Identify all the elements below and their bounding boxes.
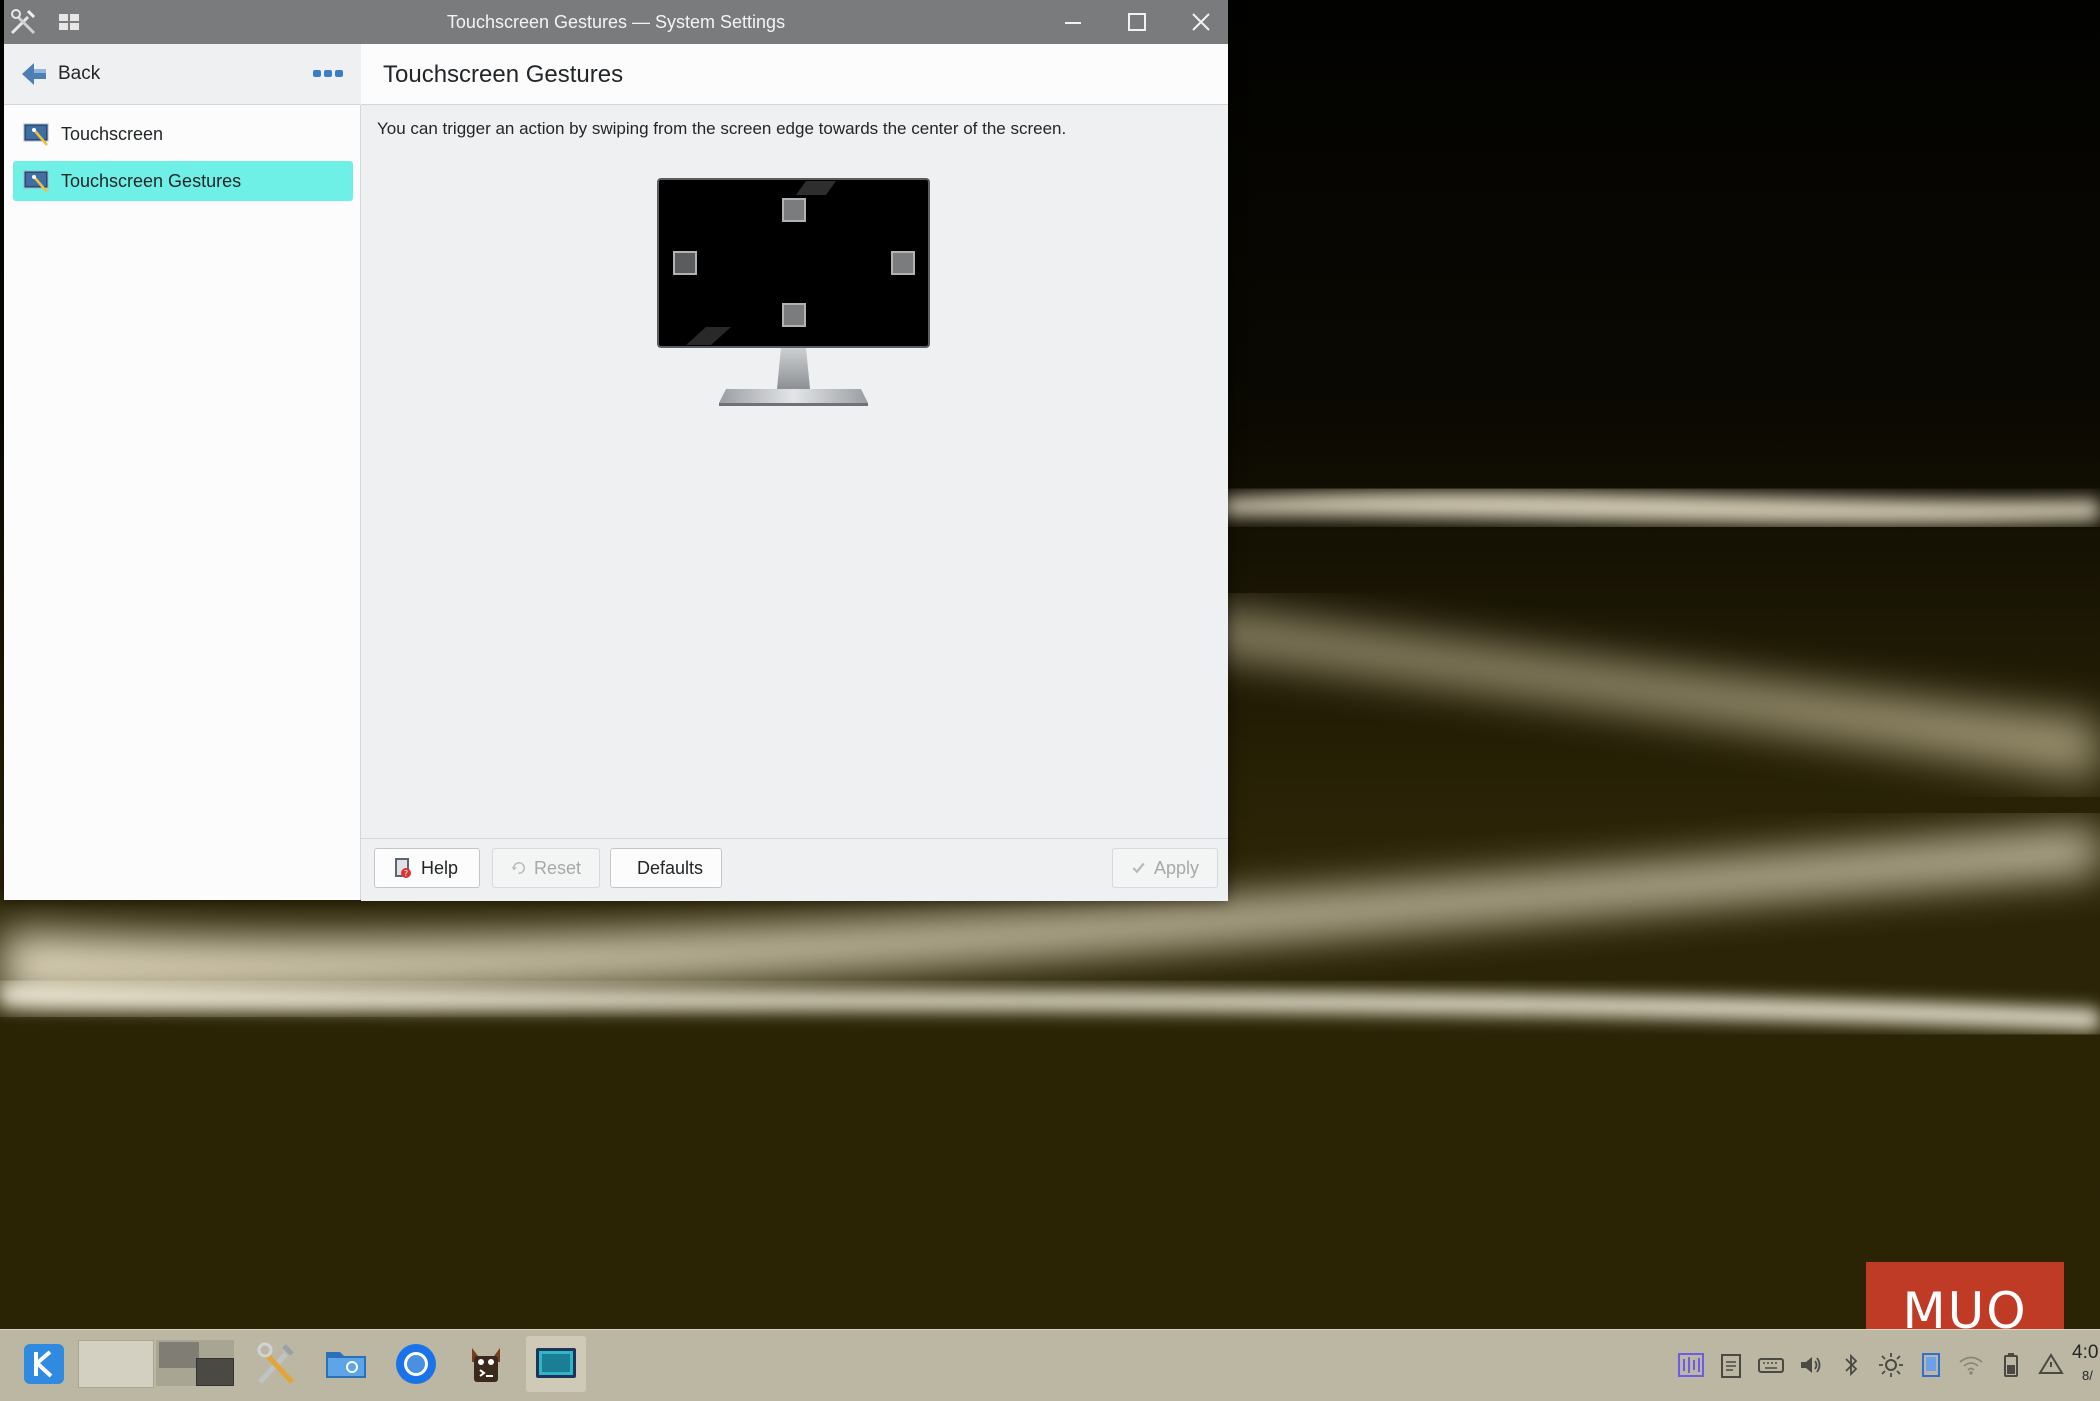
reset-button[interactable]: Reset	[492, 848, 600, 888]
checkmark-icon	[1132, 862, 1145, 874]
back-button[interactable]: Back	[20, 58, 100, 90]
clock-time[interactable]: 4:0	[2072, 1342, 2098, 1364]
help-icon: ?	[395, 858, 411, 878]
bluetooth-icon[interactable]	[1837, 1351, 1865, 1379]
more-options-icon[interactable]	[313, 69, 343, 79]
virtual-desktop-1[interactable]	[78, 1336, 154, 1392]
screen-icon	[536, 1348, 576, 1378]
system-settings-icon	[257, 1342, 294, 1384]
application-launcher[interactable]	[14, 1336, 72, 1392]
back-arrow-icon	[22, 63, 46, 85]
sidebar-item-touchscreen-gestures[interactable]: Touchscreen Gestures	[13, 161, 353, 201]
bottom-edge-handle	[782, 303, 806, 327]
right-edge-handle	[891, 251, 915, 275]
left-edge-handle	[673, 251, 697, 275]
page-title: Touchscreen Gestures	[383, 61, 624, 88]
taskbar-chromium[interactable]	[386, 1336, 446, 1392]
touchscreen-icon	[23, 123, 49, 146]
main-header: Touchscreen Gestures	[361, 44, 1228, 105]
taskbar-terminal[interactable]	[456, 1336, 516, 1392]
sidebar-list: Touchscreen Touchscreen Gestures	[4, 105, 361, 900]
maximize-icon[interactable]	[1122, 7, 1152, 37]
keyboard-icon[interactable]	[1757, 1351, 1785, 1379]
taskbar: 4:0 8/	[0, 1329, 2100, 1401]
taskbar-file-manager[interactable]	[316, 1336, 376, 1392]
monitor-illustration	[657, 178, 930, 406]
reset-icon	[511, 862, 526, 874]
button-bar: ? Help Reset Defaults Apply	[361, 838, 1228, 901]
sidebar-item-touchscreen[interactable]: Touchscreen	[13, 114, 353, 154]
back-label: Back	[58, 63, 101, 84]
apply-label: Apply	[1153, 857, 1199, 878]
taskbar-active-window[interactable]	[526, 1336, 586, 1392]
help-button[interactable]: ? Help	[374, 848, 480, 888]
window-titlebar[interactable]: Touchscreen Gestures — System Settings	[4, 0, 1228, 44]
volume-icon[interactable]	[1797, 1351, 1825, 1379]
taskbar-system-settings[interactable]	[246, 1336, 306, 1392]
top-edge-handle	[782, 198, 806, 222]
chromium-icon	[396, 1344, 436, 1384]
touchscreen-icon	[23, 170, 49, 193]
sidebar: Back Touchscreen Touchscreen Gestures	[4, 44, 361, 900]
terminal-icon	[472, 1348, 500, 1382]
clock-date[interactable]: 8/	[2082, 1368, 2093, 1383]
virtual-desktop-2[interactable]	[156, 1336, 234, 1392]
notifications-icon[interactable]	[2037, 1351, 2065, 1379]
svg-text:?: ?	[404, 869, 408, 878]
apply-button[interactable]: Apply	[1112, 848, 1218, 888]
minimize-icon[interactable]	[1058, 7, 1088, 37]
defaults-label: Defaults	[637, 857, 704, 878]
reset-label: Reset	[533, 857, 581, 878]
sidebar-item-label: Touchscreen	[61, 123, 164, 144]
battery-icon[interactable]	[1997, 1351, 2025, 1379]
activity-icon[interactable]	[1677, 1351, 1705, 1379]
close-icon[interactable]	[1186, 7, 1216, 37]
display-icon[interactable]	[1917, 1351, 1945, 1379]
defaults-button[interactable]: Defaults	[610, 848, 722, 888]
clipboard-icon[interactable]	[1717, 1351, 1745, 1379]
kde-menu-icon	[24, 1344, 64, 1384]
main-panel: Touchscreen Gestures You can trigger an …	[361, 44, 1228, 901]
content-area: You can trigger an action by swiping fro…	[361, 105, 1228, 838]
help-label: Help	[421, 857, 459, 878]
wifi-icon[interactable]	[1957, 1351, 1985, 1379]
brightness-icon[interactable]	[1877, 1351, 1905, 1379]
sidebar-item-label: Touchscreen Gestures	[61, 170, 242, 191]
window-title: Touchscreen Gestures — System Settings	[446, 12, 786, 32]
description-text: You can trigger an action by swiping fro…	[377, 119, 1067, 138]
sidebar-header: Back	[4, 44, 360, 105]
file-manager-icon	[326, 1352, 366, 1378]
system-settings-window: Touchscreen Gestures — System Settings B…	[4, 0, 1228, 901]
